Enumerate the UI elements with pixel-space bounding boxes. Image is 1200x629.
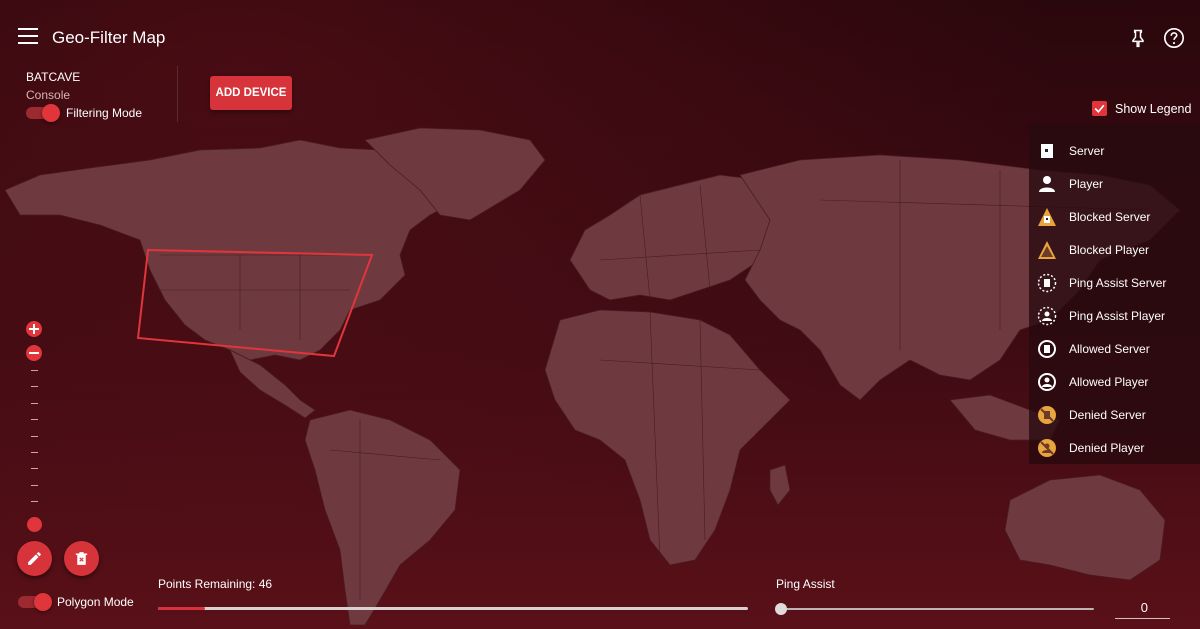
menu-icon[interactable]	[18, 28, 38, 44]
allowed-player-icon	[1038, 373, 1056, 391]
zoom-slider-handle[interactable]	[27, 517, 42, 532]
blocked-server-icon	[1038, 208, 1056, 226]
help-icon[interactable]	[1163, 27, 1185, 49]
filtering-mode-label: Filtering Mode	[66, 106, 143, 120]
legend-item: Denied Server	[1029, 399, 1200, 432]
points-remaining-label: Points Remaining: 46	[158, 577, 273, 591]
ping-assist-slider[interactable]	[780, 608, 1094, 610]
add-device-button[interactable]: ADD DEVICE	[210, 76, 292, 110]
header-divider	[177, 66, 178, 122]
app-header: Geo-Filter Map	[0, 0, 1200, 72]
ping-assist-label: Ping Assist	[776, 577, 835, 591]
pencil-icon	[28, 552, 41, 565]
filtering-mode-toggle[interactable]	[26, 104, 60, 122]
zoom-in-button[interactable]	[26, 321, 42, 337]
allowed-server-icon	[1038, 340, 1056, 358]
device-type: Console	[26, 88, 71, 102]
legend-item: Denied Player	[1029, 432, 1200, 465]
ping-assist-server-icon	[1037, 273, 1057, 293]
polygon-mode-label: Polygon Mode	[57, 595, 134, 609]
land-masses	[4, 127, 1181, 626]
device-name: BATCAVE	[26, 70, 81, 84]
legend-item: Ping Assist Player	[1029, 300, 1200, 333]
zoom-slider-track[interactable]	[31, 370, 39, 520]
legend-panel: Server Player Blocked Server Blocked Pla…	[1029, 124, 1200, 464]
pin-icon[interactable]	[1128, 28, 1148, 48]
madagascar	[769, 464, 791, 506]
central-america	[229, 349, 316, 419]
points-remaining-bar	[158, 607, 748, 610]
ping-assist-handle[interactable]	[775, 603, 787, 615]
legend-item: Allowed Player	[1029, 366, 1200, 399]
africa	[544, 309, 791, 566]
blocked-player-icon	[1038, 241, 1056, 259]
legend-item: Allowed Server	[1029, 333, 1200, 366]
trash-icon	[75, 552, 88, 565]
australia	[1004, 474, 1166, 581]
ping-assist-player-icon	[1037, 306, 1057, 326]
polygon-mode-toggle[interactable]	[18, 593, 52, 611]
legend-item: Player	[1029, 168, 1200, 201]
delete-polygon-button[interactable]	[64, 541, 99, 576]
server-icon	[1041, 144, 1053, 158]
show-legend-label: Show Legend	[1115, 102, 1192, 116]
legend-item: Blocked Player	[1029, 234, 1200, 267]
legend-item: Server	[1029, 135, 1200, 168]
north-america	[4, 139, 461, 361]
denied-player-icon	[1038, 439, 1056, 457]
denied-server-icon	[1038, 406, 1056, 424]
world-map[interactable]	[0, 0, 1200, 629]
points-remaining-fill	[158, 607, 206, 610]
edit-polygon-button[interactable]	[17, 541, 52, 576]
player-icon	[1039, 176, 1055, 192]
legend-item: Blocked Server	[1029, 201, 1200, 234]
page-title: Geo-Filter Map	[52, 28, 166, 47]
show-legend-checkbox[interactable]	[1092, 101, 1107, 116]
south-america	[304, 409, 461, 626]
zoom-out-button[interactable]	[26, 345, 42, 361]
legend-item: Ping Assist Server	[1029, 267, 1200, 300]
ping-assist-input[interactable]	[1115, 597, 1170, 619]
